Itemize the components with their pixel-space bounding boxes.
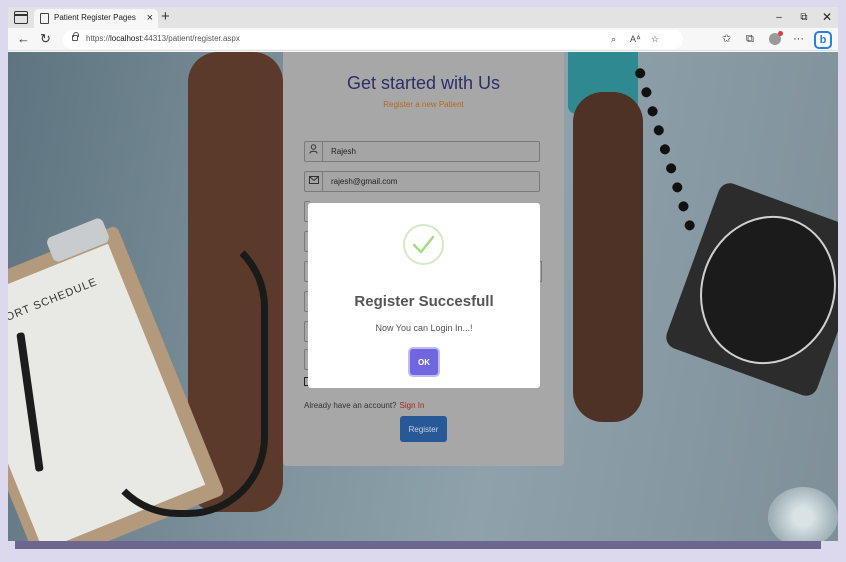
name-value[interactable]: Rajesh bbox=[331, 147, 356, 156]
modal-message: Now You can Login In...! bbox=[375, 323, 473, 333]
page-subtitle: Register a new Patient bbox=[383, 100, 464, 109]
new-tab-button[interactable]: + bbox=[161, 8, 170, 25]
user-icon bbox=[305, 142, 323, 161]
account-prompt-text: Already have an account? bbox=[304, 401, 397, 410]
favorite-add-icon[interactable]: ☆ bbox=[651, 33, 659, 46]
tab-close-button[interactable]: × bbox=[147, 11, 153, 25]
tab-actions-icon[interactable] bbox=[14, 11, 28, 24]
bottle-decoration bbox=[768, 487, 838, 541]
search-in-page-icon[interactable]: ⌕ bbox=[611, 33, 616, 46]
tab-bar: Patient Register Pages × + – ⧉ ✕ bbox=[8, 7, 838, 28]
bing-icon[interactable]: b bbox=[814, 31, 832, 49]
report-paper-text: Y REPORT SCHEDULE bbox=[8, 276, 100, 338]
back-icon[interactable]: ← bbox=[17, 31, 30, 47]
envelope-icon bbox=[305, 172, 323, 191]
signin-link[interactable]: Sign In bbox=[400, 401, 425, 410]
restore-button[interactable]: ⧉ bbox=[793, 9, 815, 26]
tab-title: Patient Register Pages bbox=[54, 13, 136, 22]
minimize-button[interactable]: – bbox=[768, 9, 790, 26]
success-modal: Register Succesfull Now You can Login In… bbox=[308, 203, 540, 388]
favicon-icon bbox=[40, 13, 49, 24]
address-bar[interactable]: https://localhost:44313/patient/register… bbox=[63, 30, 683, 49]
stethoscope-decoration bbox=[98, 227, 268, 517]
address-toolbar: ← ↻ https://localhost:44313/patient/regi… bbox=[8, 28, 838, 51]
read-aloud-icon[interactable]: A͏ᐞ bbox=[630, 33, 641, 46]
page-viewport: Y REPORT SCHEDULE Get started with Us Re… bbox=[8, 52, 838, 541]
browser-tab[interactable]: Patient Register Pages × bbox=[34, 9, 158, 28]
favorites-icon[interactable]: ✩ bbox=[722, 32, 731, 47]
profile-icon[interactable] bbox=[769, 31, 783, 45]
collections-icon[interactable]: ⧉ bbox=[746, 32, 754, 47]
checkmark-icon bbox=[403, 224, 444, 265]
register-button[interactable]: Register bbox=[400, 416, 447, 442]
bottom-strip bbox=[15, 541, 821, 549]
refresh-icon[interactable]: ↻ bbox=[40, 31, 51, 47]
modal-title: Register Succesfull bbox=[354, 293, 494, 310]
name-field[interactable]: Rajesh bbox=[304, 141, 540, 162]
arm-decoration bbox=[573, 92, 643, 422]
window-close-button[interactable]: ✕ bbox=[816, 9, 838, 26]
signin-prompt: Already have an account? Sign In bbox=[304, 401, 424, 410]
browser-window: Patient Register Pages × + – ⧉ ✕ ← ↻ htt… bbox=[8, 7, 838, 541]
ok-button[interactable]: OK bbox=[410, 349, 438, 375]
page-title: Get started with Us bbox=[346, 73, 501, 93]
url-text[interactable]: https://localhost:44313/patient/register… bbox=[86, 34, 240, 43]
email-field[interactable]: rajesh@gmail.com bbox=[304, 171, 540, 192]
lock-icon[interactable] bbox=[72, 32, 79, 41]
email-value[interactable]: rajesh@gmail.com bbox=[331, 177, 397, 186]
more-icon[interactable]: ··· bbox=[793, 32, 804, 47]
